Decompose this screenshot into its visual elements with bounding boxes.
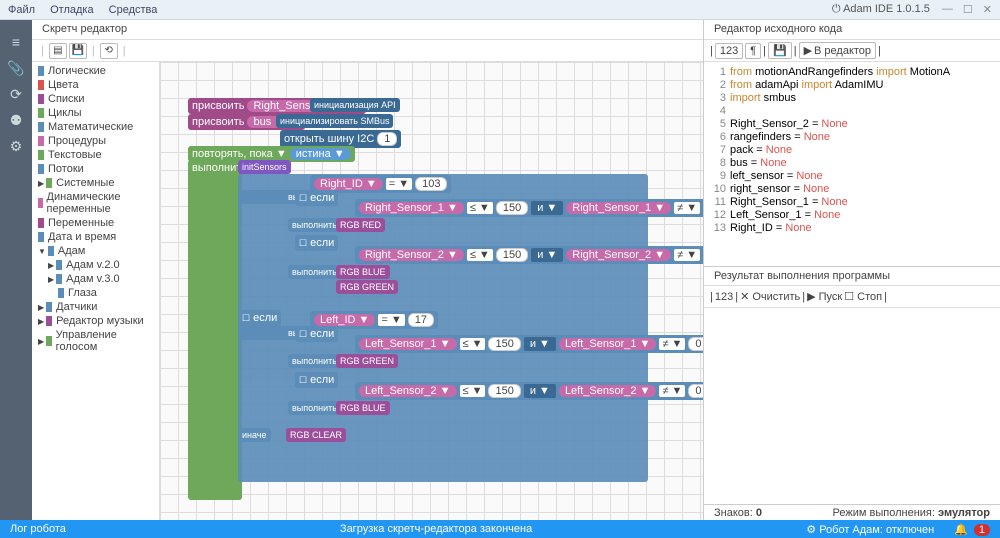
rgb-blue-block[interactable]: RGB BLUE [336,401,390,415]
menu-icon[interactable]: ≡ [7,34,25,48]
api-init-block[interactable]: инициализация API [310,98,400,112]
cond[interactable]: Left_Sensor_1 ▼≤ ▼150и ▼Left_Sensor_1 ▼≠… [355,335,703,353]
num-icon[interactable]: 123 [715,43,743,59]
code-statusbar: Знаков: 0 Режим выполнения: эмулятор [704,504,1000,520]
status-message: Загрузка скретч-редактора закончена [340,523,532,535]
scratch-editor-title: Скретч редактор [32,20,703,40]
palette-item[interactable]: ▶Редактор музыки [32,314,159,328]
stop-button[interactable]: ☐ Стоп [844,290,882,303]
close-icon[interactable]: ✕ [983,3,992,16]
if-inner[interactable]: ☐ если [295,372,338,388]
log-label[interactable]: Лог робота [10,523,66,535]
gear-icon[interactable]: ⚙ [7,138,25,152]
palette-item[interactable]: ▶Датчики [32,300,159,314]
rgb-red-block[interactable]: RGB RED [336,218,385,232]
refresh-icon[interactable]: ⟲ [100,43,118,59]
result-output [704,308,1000,504]
palette-item[interactable]: ▶Адам v.2.0 [32,258,159,272]
palette-item[interactable]: Списки [32,92,159,106]
folder-icon[interactable]: ▤ [49,43,67,59]
minimize-icon[interactable]: — [942,3,953,16]
save-icon[interactable]: 💾 [69,43,87,59]
titlebar: Файл Отладка Средства ⏻ Adam IDE 1.0.1.5… [0,0,1000,20]
scratch-toolbar: | ▤ 💾 | ⟲ | [32,40,703,62]
exec-label: выполнить [288,401,341,415]
code-editor-title: Редактор исходного кода [704,20,1000,40]
palette-item[interactable]: ▶Управление голосом [32,328,159,354]
save-icon[interactable]: 💾 [768,42,792,59]
attach-icon[interactable]: 📎 [7,60,25,74]
rgb-clear-block[interactable]: RGB CLEAR [286,428,346,442]
palette-item[interactable]: Глаза [32,286,159,300]
palette-item[interactable]: Переменные [32,216,159,230]
robot-status: ⚙ Робот Адам: отключен [806,523,934,536]
loop-body: выполнить [188,160,242,500]
to-editor-button[interactable]: ▶ В редактор [799,42,876,59]
palette-item[interactable]: Потоки [32,162,159,176]
rgb-blue-block[interactable]: RGB BLUE [336,265,390,279]
block-canvas[interactable]: присвоитьRight_Sensor_2 ▼= инициализация… [160,62,703,520]
result-toolbar: |123| ✕ Очистить| ▶ Пуск ☐ Стоп| [704,286,1000,308]
initsensors-block[interactable]: initSensors [238,160,291,174]
if-inner[interactable]: ☐ если [295,190,338,206]
code-icon[interactable]: ⟳ [7,86,25,100]
run-button[interactable]: ▶ Пуск [807,290,842,303]
palette-item[interactable]: Текстовые [32,148,159,162]
main-menu: Файл Отладка Средства [8,4,169,16]
code-view[interactable]: 1from motionAndRangefinders import Motio… [704,62,1000,266]
exec-label: выполнить [288,218,341,232]
bell-icon[interactable]: 🔔1 [954,523,990,536]
menu-tools[interactable]: Средства [109,4,158,16]
palette-item[interactable]: Дата и время [32,230,159,244]
exec-label: выполнить [288,354,341,368]
palette-item[interactable]: Цвета [32,78,159,92]
rgb-green-block[interactable]: RGB GREEN [336,280,398,294]
palette-item[interactable]: ▶Системные [32,176,159,190]
users-icon[interactable]: ⚉ [7,112,25,126]
if-inner[interactable]: ☐ если [295,326,338,342]
palette-item[interactable]: Математические [32,120,159,134]
cond[interactable]: Right_Sensor_1 ▼≤ ▼150и ▼Right_Sensor_1 … [355,199,703,217]
menu-debug[interactable]: Отладка [50,4,93,16]
palette-item[interactable]: Циклы [32,106,159,120]
palette-item[interactable]: Логические [32,64,159,78]
palette-item[interactable]: Динамические переменные [32,190,159,216]
app-title: ⏻ Adam IDE 1.0.1.5 [832,3,930,16]
palette-item[interactable]: ▼Адам [32,244,159,258]
if-inner[interactable]: ☐ если [295,235,338,251]
menu-file[interactable]: Файл [8,4,35,16]
statusbar: Лог робота Загрузка скретч-редактора зак… [0,520,1000,538]
rgb-green-block[interactable]: RGB GREEN [336,354,398,368]
sidebar: ≡ 📎 ⟳ ⚉ ⚙ [0,20,32,520]
else-label: иначе [238,428,271,442]
block-palette: ЛогическиеЦветаСпискиЦиклыМатематические… [32,62,160,520]
palette-item[interactable]: Процедуры [32,134,159,148]
num-icon[interactable]: 123 [715,291,733,303]
code-toolbar: |123 ¶| 💾| ▶ В редактор| [704,40,1000,62]
smbus-block[interactable]: инициализировать SMBus [276,114,393,128]
if-block[interactable]: ☐ если [238,310,281,326]
clear-button[interactable]: ✕ Очистить [740,290,800,303]
maximize-icon[interactable]: ☐ [963,3,973,16]
cond[interactable]: Right_Sensor_2 ▼≤ ▼150и ▼Right_Sensor_2 … [355,246,703,264]
result-title: Результат выполнения программы [704,266,1000,286]
paragraph-icon[interactable]: ¶ [745,43,761,59]
cond[interactable]: Left_Sensor_2 ▼≤ ▼150и ▼Left_Sensor_2 ▼≠… [355,382,703,400]
exec-label: выполнить [288,265,341,279]
palette-item[interactable]: ▶Адам v.3.0 [32,272,159,286]
